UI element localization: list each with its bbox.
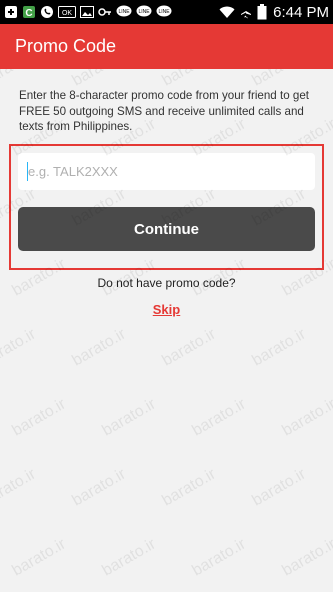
battery-icon	[257, 4, 267, 20]
skip-link[interactable]: Skip	[0, 302, 333, 317]
watermark-text: barato.ir	[69, 325, 129, 370]
promo-code-input[interactable]	[18, 153, 315, 190]
watermark-text: barato.ir	[99, 395, 159, 440]
watermark-text: barato.ir	[159, 325, 219, 370]
watermark-text: barato.ir	[189, 395, 249, 440]
watermark-text: barato.ir	[9, 535, 69, 580]
status-time: 6:44 PM	[273, 3, 329, 21]
watermark-text: barato.ir	[0, 325, 39, 370]
phone-icon	[40, 4, 54, 20]
app-c-icon: C	[22, 4, 36, 20]
watermark-text: barato.ir	[99, 535, 159, 580]
watermark-text: barato.ir	[159, 465, 219, 510]
watermark-text: barato.ir	[279, 535, 333, 580]
watermark-text: barato.ir	[279, 395, 333, 440]
page-title: Promo Code	[15, 36, 117, 56]
image-icon	[80, 4, 94, 20]
svg-text:LINE: LINE	[118, 9, 130, 15]
line-icon: LINE	[136, 4, 152, 20]
line-icon: LINE	[156, 4, 172, 20]
status-icons-left: C OK LINE LINE LINE	[4, 4, 172, 20]
watermark-text: barato.ir	[0, 465, 39, 510]
watermark-text: barato.ir	[189, 535, 249, 580]
watermark-text: barato.ir	[249, 325, 309, 370]
promo-description: Enter the 8-character promo code from yo…	[19, 89, 309, 133]
status-icons-right: 6:44 PM	[219, 4, 329, 21]
no-promo-text: Do not have promo code?	[97, 276, 236, 290]
status-bar: C OK LINE LINE LINE 6:44 PM	[0, 0, 333, 24]
svg-text:C: C	[25, 8, 32, 19]
continue-button[interactable]: Continue	[18, 207, 315, 251]
key-icon	[98, 4, 112, 20]
svg-text:OK: OK	[62, 10, 72, 17]
airplane-icon	[239, 4, 253, 20]
line-icon: LINE	[116, 4, 132, 20]
watermark-text: barato.ir	[9, 395, 69, 440]
svg-text:LINE: LINE	[158, 9, 170, 15]
watermark-text: barato.ir	[69, 465, 129, 510]
alert-icon: OK	[58, 4, 76, 20]
app-bar: Promo Code	[0, 24, 333, 69]
wifi-icon	[219, 4, 235, 20]
plus-icon	[4, 4, 18, 20]
watermark-text: barato.ir	[249, 465, 309, 510]
svg-text:LINE: LINE	[138, 9, 150, 15]
text-cursor	[27, 162, 28, 181]
